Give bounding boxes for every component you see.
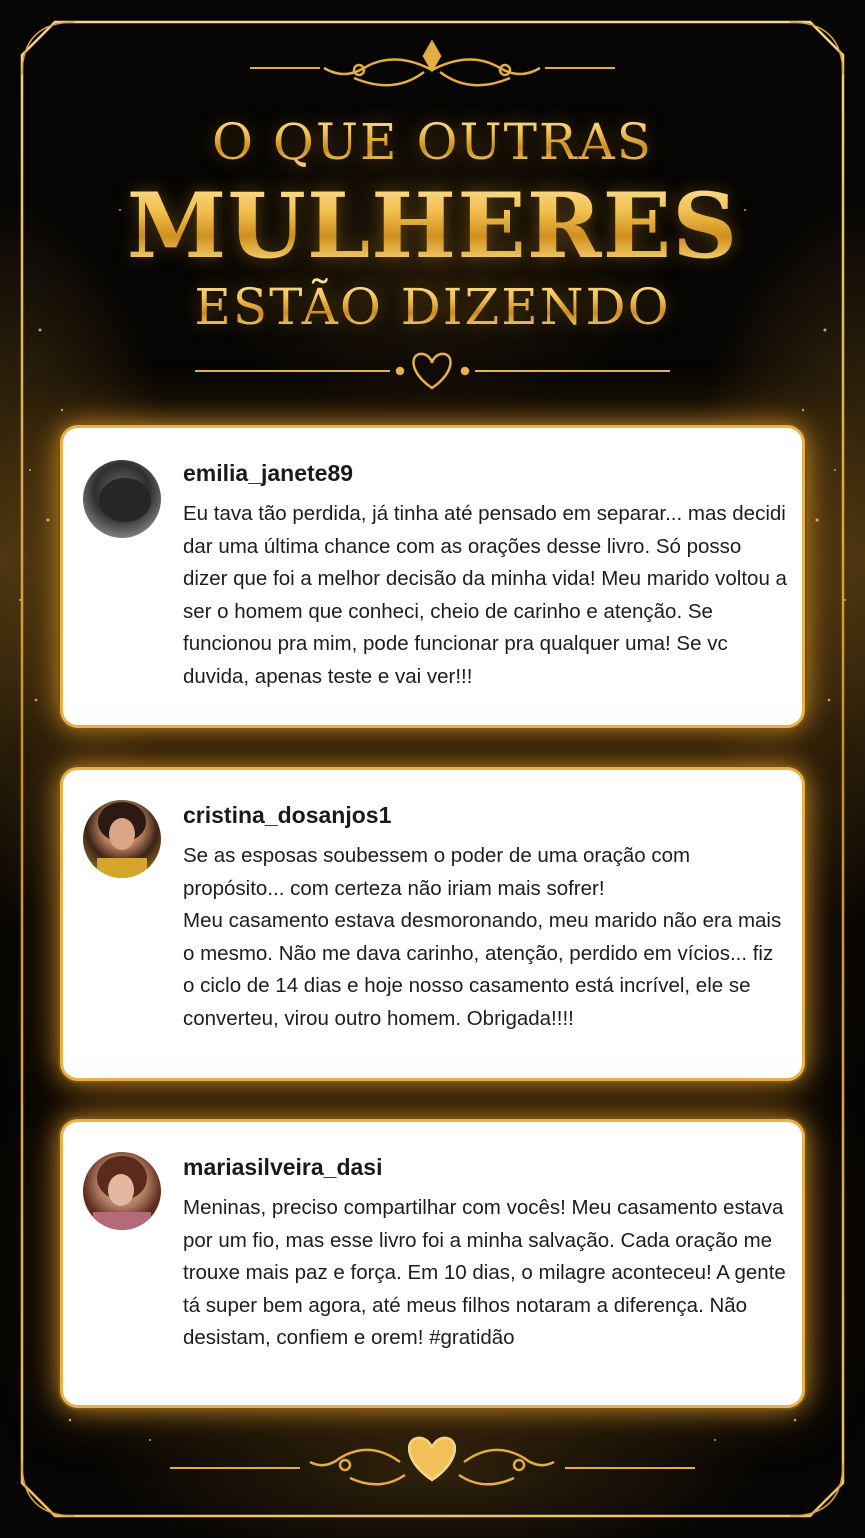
title-line-1: O QUE OUTRAS — [0, 108, 865, 176]
testimonial-card: mariasilveira_dasi Meninas, preciso comp… — [60, 1119, 805, 1408]
heart-divider-icon — [195, 352, 670, 390]
comment-text: Se as esposas soubessem o poder de uma o… — [183, 844, 782, 1030]
avatar-image-icon — [97, 802, 147, 878]
comment-text: Meninas, preciso compartilhar com vocês!… — [183, 1196, 786, 1349]
username: mariasilveira_dasi — [183, 1154, 383, 1180]
avatar-image-icon — [93, 1156, 151, 1230]
avatar — [83, 800, 161, 878]
username: cristina_dosanjos1 — [183, 802, 392, 828]
avatar — [83, 460, 161, 538]
avatar-image-icon — [99, 478, 151, 522]
top-ornament-icon — [250, 39, 615, 87]
testimonial-card: cristina_dosanjos1 Se as esposas soubess… — [60, 767, 805, 1081]
bottom-ornament-icon — [170, 1436, 695, 1486]
title-line-2: MULHERES — [0, 176, 865, 276]
comment-text: Eu tava tão perdida, já tinha até pensad… — [183, 502, 787, 688]
title-line-3: ESTÃO DIZENDO — [0, 276, 865, 338]
avatar — [83, 1152, 161, 1230]
page-title: O QUE OUTRAS MULHERES ESTÃO DIZENDO — [0, 108, 865, 338]
username: emilia_janete89 — [183, 460, 354, 486]
testimonial-card: emilia_janete89 Eu tava tão perdida, já … — [60, 425, 805, 728]
